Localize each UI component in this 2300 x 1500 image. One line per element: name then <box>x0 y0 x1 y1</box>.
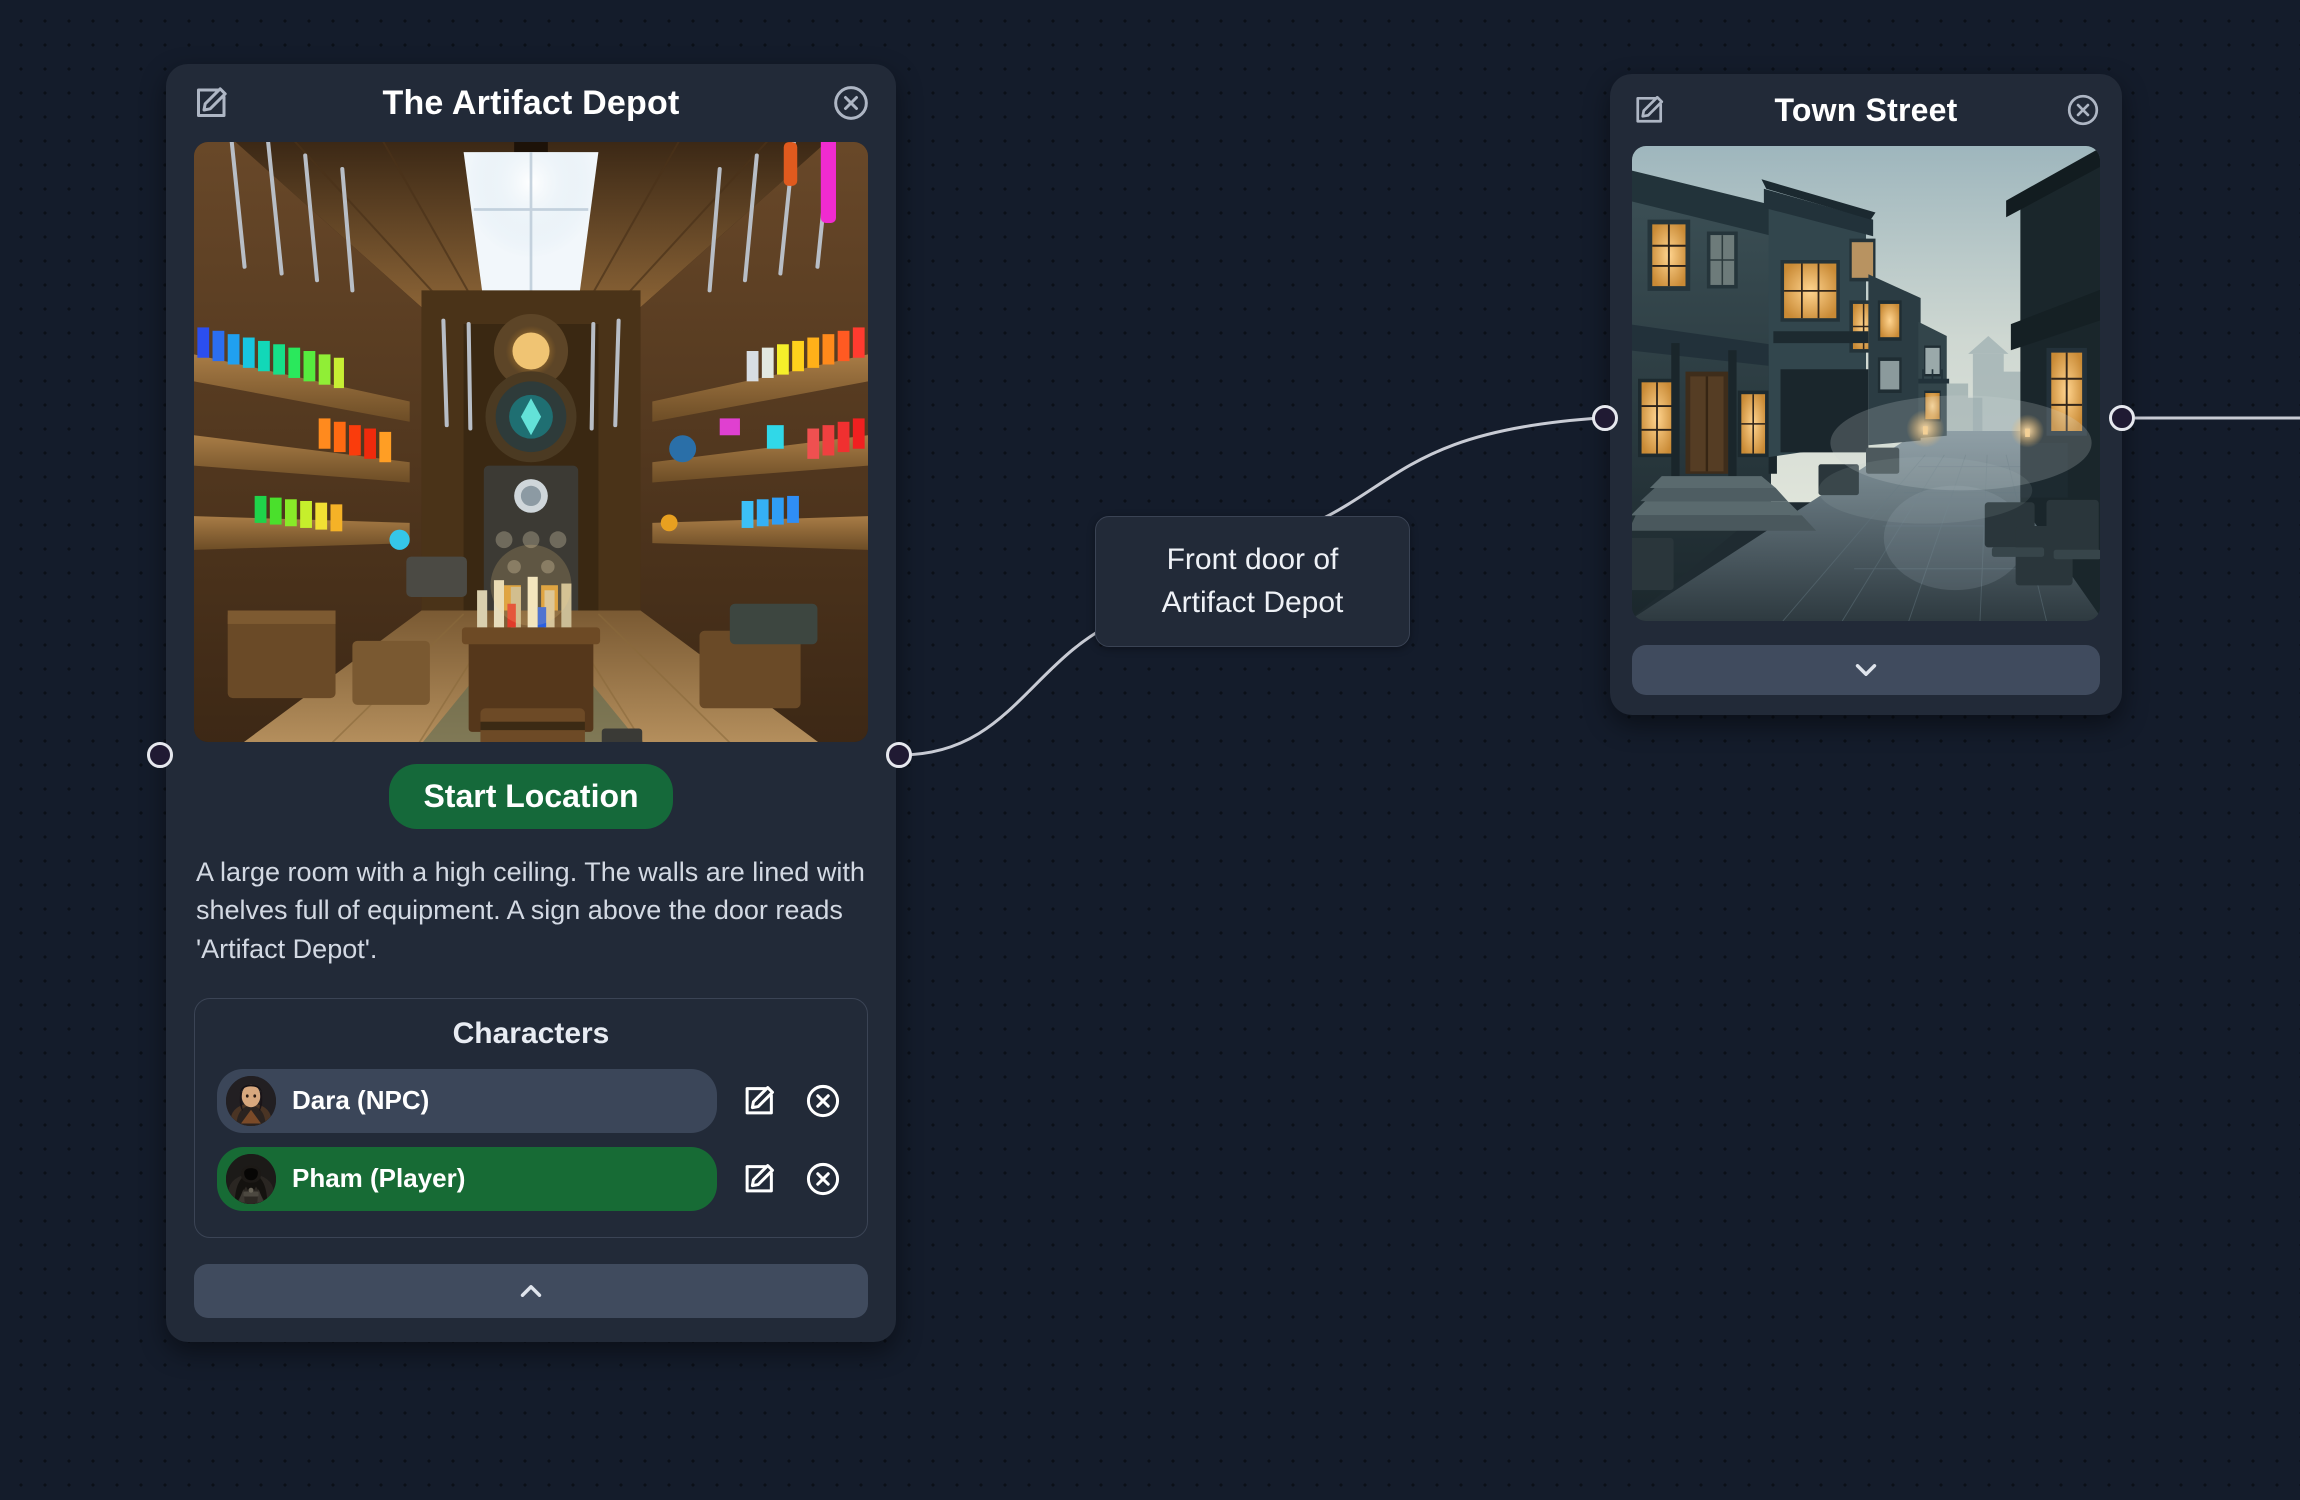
close-circle-icon[interactable] <box>828 80 874 126</box>
chevron-down-icon <box>1855 664 1877 676</box>
character-row: Dara (NPC) <box>217 1068 845 1133</box>
character-chip-pham[interactable]: Pham (Player) <box>217 1146 717 1211</box>
edge-artifact-to-town <box>899 618 1121 757</box>
flow-canvas[interactable]: Front door of Artifact Depot The Artifac… <box>0 0 2300 1500</box>
node-body: Start Location A large room with a high … <box>166 142 896 1342</box>
avatar-dara <box>226 1075 276 1126</box>
node-card-town-street[interactable]: Town Street <box>1610 74 2122 715</box>
close-circle-icon[interactable] <box>801 1079 845 1123</box>
handle-town-left[interactable] <box>1592 405 1618 431</box>
node-title: The Artifact Depot <box>382 83 680 122</box>
character-name: Dara (NPC) <box>292 1085 430 1116</box>
node-header: The Artifact Depot <box>166 64 896 142</box>
node-image-artifact-depot[interactable] <box>194 142 868 742</box>
characters-title: Characters <box>452 1016 610 1050</box>
node-header: Town Street <box>1610 74 2122 146</box>
start-location-badge[interactable]: Start Location <box>389 764 673 829</box>
character-row: Pham (Player) <box>217 1146 845 1211</box>
node-description: A large room with a high ceiling. The wa… <box>196 857 865 964</box>
edit-pencil-square-icon[interactable] <box>737 1079 781 1123</box>
edge-label-front-door[interactable]: Front door of Artifact Depot <box>1095 516 1410 648</box>
handle-artifact-left[interactable] <box>147 742 173 768</box>
characters-panel: Characters Dara (NPC) Pham (Player) <box>194 997 868 1238</box>
collapse-toggle-artifact-depot[interactable] <box>194 1263 868 1318</box>
node-card-artifact-depot[interactable]: The Artifact Depot Start Location A larg… <box>166 64 896 1342</box>
close-circle-icon[interactable] <box>2062 89 2104 131</box>
edge-label-to-town <box>1319 416 1601 522</box>
node-body <box>1610 146 2122 715</box>
node-image-town-street[interactable] <box>1632 146 2100 621</box>
handle-artifact-right[interactable] <box>886 742 912 768</box>
expand-toggle-town-street[interactable] <box>1632 645 2100 695</box>
node-title: Town Street <box>1774 91 1958 128</box>
avatar-pham <box>226 1153 276 1204</box>
close-circle-icon[interactable] <box>801 1157 845 1201</box>
start-badge-row: Start Location <box>194 764 868 829</box>
character-chip-dara[interactable]: Dara (NPC) <box>217 1068 717 1133</box>
chevron-up-icon <box>520 1285 542 1297</box>
edit-pencil-square-icon[interactable] <box>737 1157 781 1201</box>
handle-town-right[interactable] <box>2109 405 2135 431</box>
edit-pencil-square-icon[interactable] <box>188 80 234 126</box>
edit-pencil-square-icon[interactable] <box>1628 89 1670 131</box>
character-name: Pham (Player) <box>292 1163 466 1194</box>
